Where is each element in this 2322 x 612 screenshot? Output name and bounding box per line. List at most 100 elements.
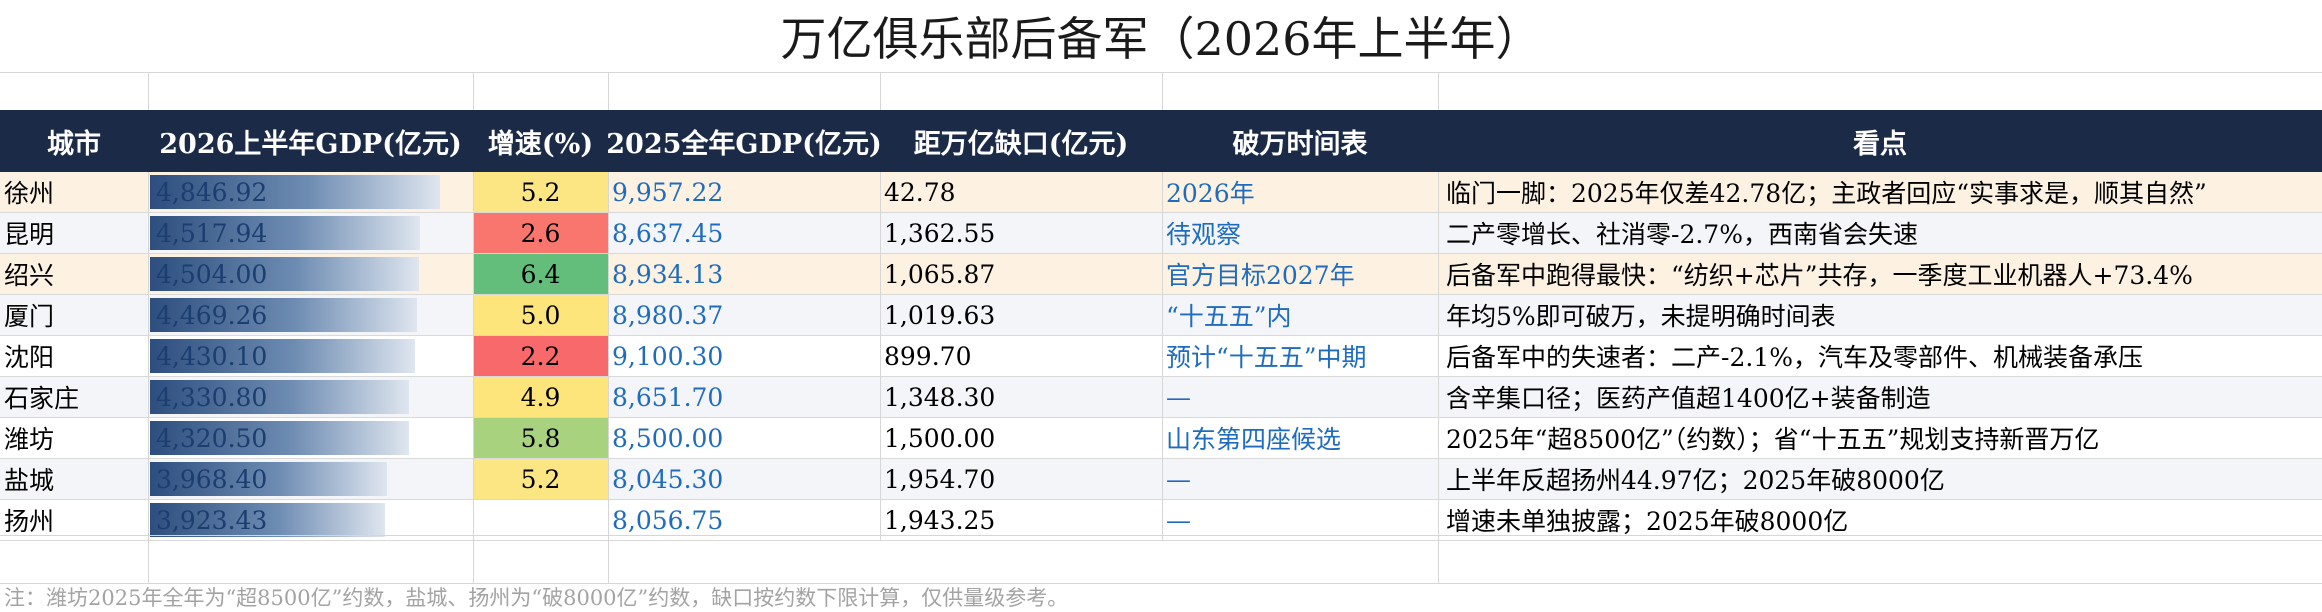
cell-gdp-h1[interactable]: 3,968.40 xyxy=(152,459,476,499)
table-row[interactable]: 石家庄 4,330.80 4.9 8,651.70 1,348.30— 含辛集口径；医药产… xyxy=(0,377,2322,418)
cell-gdp-h1[interactable]: 4,504.00 xyxy=(152,254,476,294)
table-row[interactable]: 绍兴 4,504.00 6.4 8,934.13 1,065.87 官方目标2027年 后备… xyxy=(0,254,2322,295)
cell-gdp-h1[interactable]: 4,846.92 xyxy=(152,172,476,212)
cell-city[interactable]: 石家庄 xyxy=(4,377,148,417)
grid-line xyxy=(1438,172,1439,212)
cell-gap[interactable]: 1,943.25 xyxy=(884,500,1162,540)
header-gap[interactable]: 距万亿缺口(亿元) xyxy=(880,110,1162,172)
cell-city[interactable]: 潍坊 xyxy=(4,418,148,458)
cell-gdp-h1[interactable]: 4,469.26 xyxy=(152,295,476,335)
cell-gap[interactable]: 42.78 xyxy=(884,172,1162,212)
cell-timeline[interactable]: — xyxy=(1166,377,1438,417)
cell-growth[interactable]: 2.2 xyxy=(473,336,608,376)
cell-highlights[interactable]: 含辛集口径；医药产值超1400亿+装备制造 xyxy=(1446,377,2318,417)
cell-city[interactable]: 绍兴 xyxy=(4,254,148,294)
header-highlights[interactable]: 看点 xyxy=(1438,110,2322,172)
grid-line xyxy=(880,459,881,499)
cell-timeline[interactable]: — xyxy=(1166,500,1438,540)
grid-line xyxy=(473,418,474,458)
cell-gdp-2025[interactable]: 8,934.13 xyxy=(612,254,880,294)
grid-line xyxy=(1162,336,1163,376)
table-row[interactable]: 沈阳 4,430.10 2.2 9,100.30 899.70 预计“十五五”中期 后备军中… xyxy=(0,336,2322,377)
cell-gdp-2025[interactable]: 9,100.30 xyxy=(612,336,880,376)
cell-growth[interactable]: 6.4 xyxy=(473,254,608,294)
cell-growth[interactable]: 5.0 xyxy=(473,295,608,335)
cell-highlights[interactable]: 临门一脚：2025年仅差42.78亿；主政者回应“实事求是，顺其自然” xyxy=(1446,172,2318,212)
cell-city[interactable]: 厦门 xyxy=(4,295,148,335)
cell-highlights[interactable]: 后备军中的失速者：二产-2.1%，汽车及零部件、机械装备承压 xyxy=(1446,336,2318,376)
grid-line xyxy=(1438,377,1439,417)
cell-city[interactable]: 扬州 xyxy=(4,500,148,540)
cell-timeline[interactable]: 待观察 xyxy=(1166,213,1438,253)
grid-line xyxy=(148,535,149,583)
cell-gdp-h1[interactable]: 4,430.10 xyxy=(152,336,476,376)
cell-gdp-2025[interactable]: 9,957.22 xyxy=(612,172,880,212)
cell-timeline[interactable]: 2026年 xyxy=(1166,172,1438,212)
table-row[interactable]: 厦门 4,469.26 5.0 8,980.37 1,019.63 “十五五”内 年均5%即… xyxy=(0,295,2322,336)
cell-gdp-2025[interactable]: 8,980.37 xyxy=(612,295,880,335)
cell-highlights[interactable]: 上半年反超扬州44.97亿；2025年破8000亿 xyxy=(1446,459,2318,499)
cell-growth[interactable]: 5.2 xyxy=(473,172,608,212)
grid-line xyxy=(473,254,474,294)
grid-line xyxy=(608,295,609,335)
grid-line xyxy=(608,213,609,253)
grid-line xyxy=(1438,213,1439,253)
cell-growth[interactable]: 2.6 xyxy=(473,213,608,253)
header-growth[interactable]: 增速(%) xyxy=(473,110,608,172)
cell-gap[interactable]: 1,954.70 xyxy=(884,459,1162,499)
table-row[interactable]: 盐城 3,968.40 5.2 8,045.30 1,954.70— 上半年反超扬州44.… xyxy=(0,459,2322,500)
cell-gap[interactable]: 1,348.30 xyxy=(884,377,1162,417)
table-row[interactable]: 昆明 4,517.94 2.6 8,637.45 1,362.55 待观察 二产零增长、社消… xyxy=(0,213,2322,254)
cell-highlights[interactable]: 后备军中跑得最快：“纺织+芯片”共存，一季度工业机器人+73.4% xyxy=(1446,254,2318,294)
cell-timeline[interactable]: “十五五”内 xyxy=(1166,295,1438,335)
cell-growth[interactable] xyxy=(473,500,608,540)
grid-line xyxy=(473,72,474,110)
cell-gdp-2025[interactable]: 8,651.70 xyxy=(612,377,880,417)
cell-timeline[interactable]: 预计“十五五”中期 xyxy=(1166,336,1438,376)
grid-line xyxy=(608,535,609,583)
cell-highlights[interactable]: 年均5%即可破万，未提明确时间表 xyxy=(1446,295,2318,335)
cell-gdp-h1[interactable]: 4,330.80 xyxy=(152,377,476,417)
grid-line xyxy=(1438,336,1439,376)
grid-line xyxy=(880,213,881,253)
grid-line xyxy=(880,254,881,294)
cell-highlights[interactable]: 增速未单独披露；2025年破8000亿 xyxy=(1446,500,2318,540)
cell-timeline[interactable]: — xyxy=(1166,459,1438,499)
cell-gdp-2025[interactable]: 8,500.00 xyxy=(612,418,880,458)
cell-growth[interactable]: 4.9 xyxy=(473,377,608,417)
cell-city[interactable]: 盐城 xyxy=(4,459,148,499)
cell-gap[interactable]: 1,019.63 xyxy=(884,295,1162,335)
header-timeline[interactable]: 破万时间表 xyxy=(1162,110,1438,172)
cell-gdp-2025[interactable]: 8,056.75 xyxy=(612,500,880,540)
cell-gdp-h1[interactable]: 4,517.94 xyxy=(152,213,476,253)
grid-line xyxy=(608,254,609,294)
cell-timeline[interactable]: 官方目标2027年 xyxy=(1166,254,1438,294)
cell-gdp-2025[interactable]: 8,637.45 xyxy=(612,213,880,253)
cell-growth[interactable]: 5.8 xyxy=(473,418,608,458)
grid-line xyxy=(148,500,149,540)
cell-gdp-2025[interactable]: 8,045.30 xyxy=(612,459,880,499)
grid-line xyxy=(1438,418,1439,458)
table-row[interactable]: 潍坊 4,320.50 5.8 8,500.00 1,500.00 山东第四座候选 2025… xyxy=(0,418,2322,459)
cell-city[interactable]: 沈阳 xyxy=(4,336,148,376)
cell-city[interactable]: 昆明 xyxy=(4,213,148,253)
grid-line xyxy=(880,377,881,417)
table-row[interactable]: 徐州 4,846.92 5.2 9,957.22 42.78 2026年 临门一脚：2025… xyxy=(0,172,2322,213)
cell-gap[interactable]: 1,500.00 xyxy=(884,418,1162,458)
cell-gap[interactable]: 899.70 xyxy=(884,336,1162,376)
cell-growth[interactable]: 5.2 xyxy=(473,459,608,499)
cell-gdp-h1[interactable]: 4,320.50 xyxy=(152,418,476,458)
cell-timeline[interactable]: 山东第四座候选 xyxy=(1166,418,1438,458)
header-gdp-h1[interactable]: 2026上半年GDP(亿元) xyxy=(148,110,473,172)
cell-highlights[interactable]: 二产零增长、社消零-2.7%，西南省会失速 xyxy=(1446,213,2318,253)
grid-line xyxy=(1438,295,1439,335)
footnote: 注：潍坊2025年全年为“超8500亿”约数，盐城、扬州为“破8000亿”约数，… xyxy=(0,583,2322,610)
grid-line xyxy=(473,172,474,212)
cell-gdp-h1[interactable]: 3,923.43 xyxy=(152,500,476,540)
header-gdp-2025[interactable]: 2025全年GDP(亿元) xyxy=(606,110,881,172)
cell-highlights[interactable]: 2025年“超8500亿”（约数）；省“十五五”规划支持新晋万亿 xyxy=(1446,418,2318,458)
cell-gap[interactable]: 1,065.87 xyxy=(884,254,1162,294)
cell-city[interactable]: 徐州 xyxy=(4,172,148,212)
cell-gap[interactable]: 1,362.55 xyxy=(884,213,1162,253)
header-city[interactable]: 城市 xyxy=(0,110,148,172)
